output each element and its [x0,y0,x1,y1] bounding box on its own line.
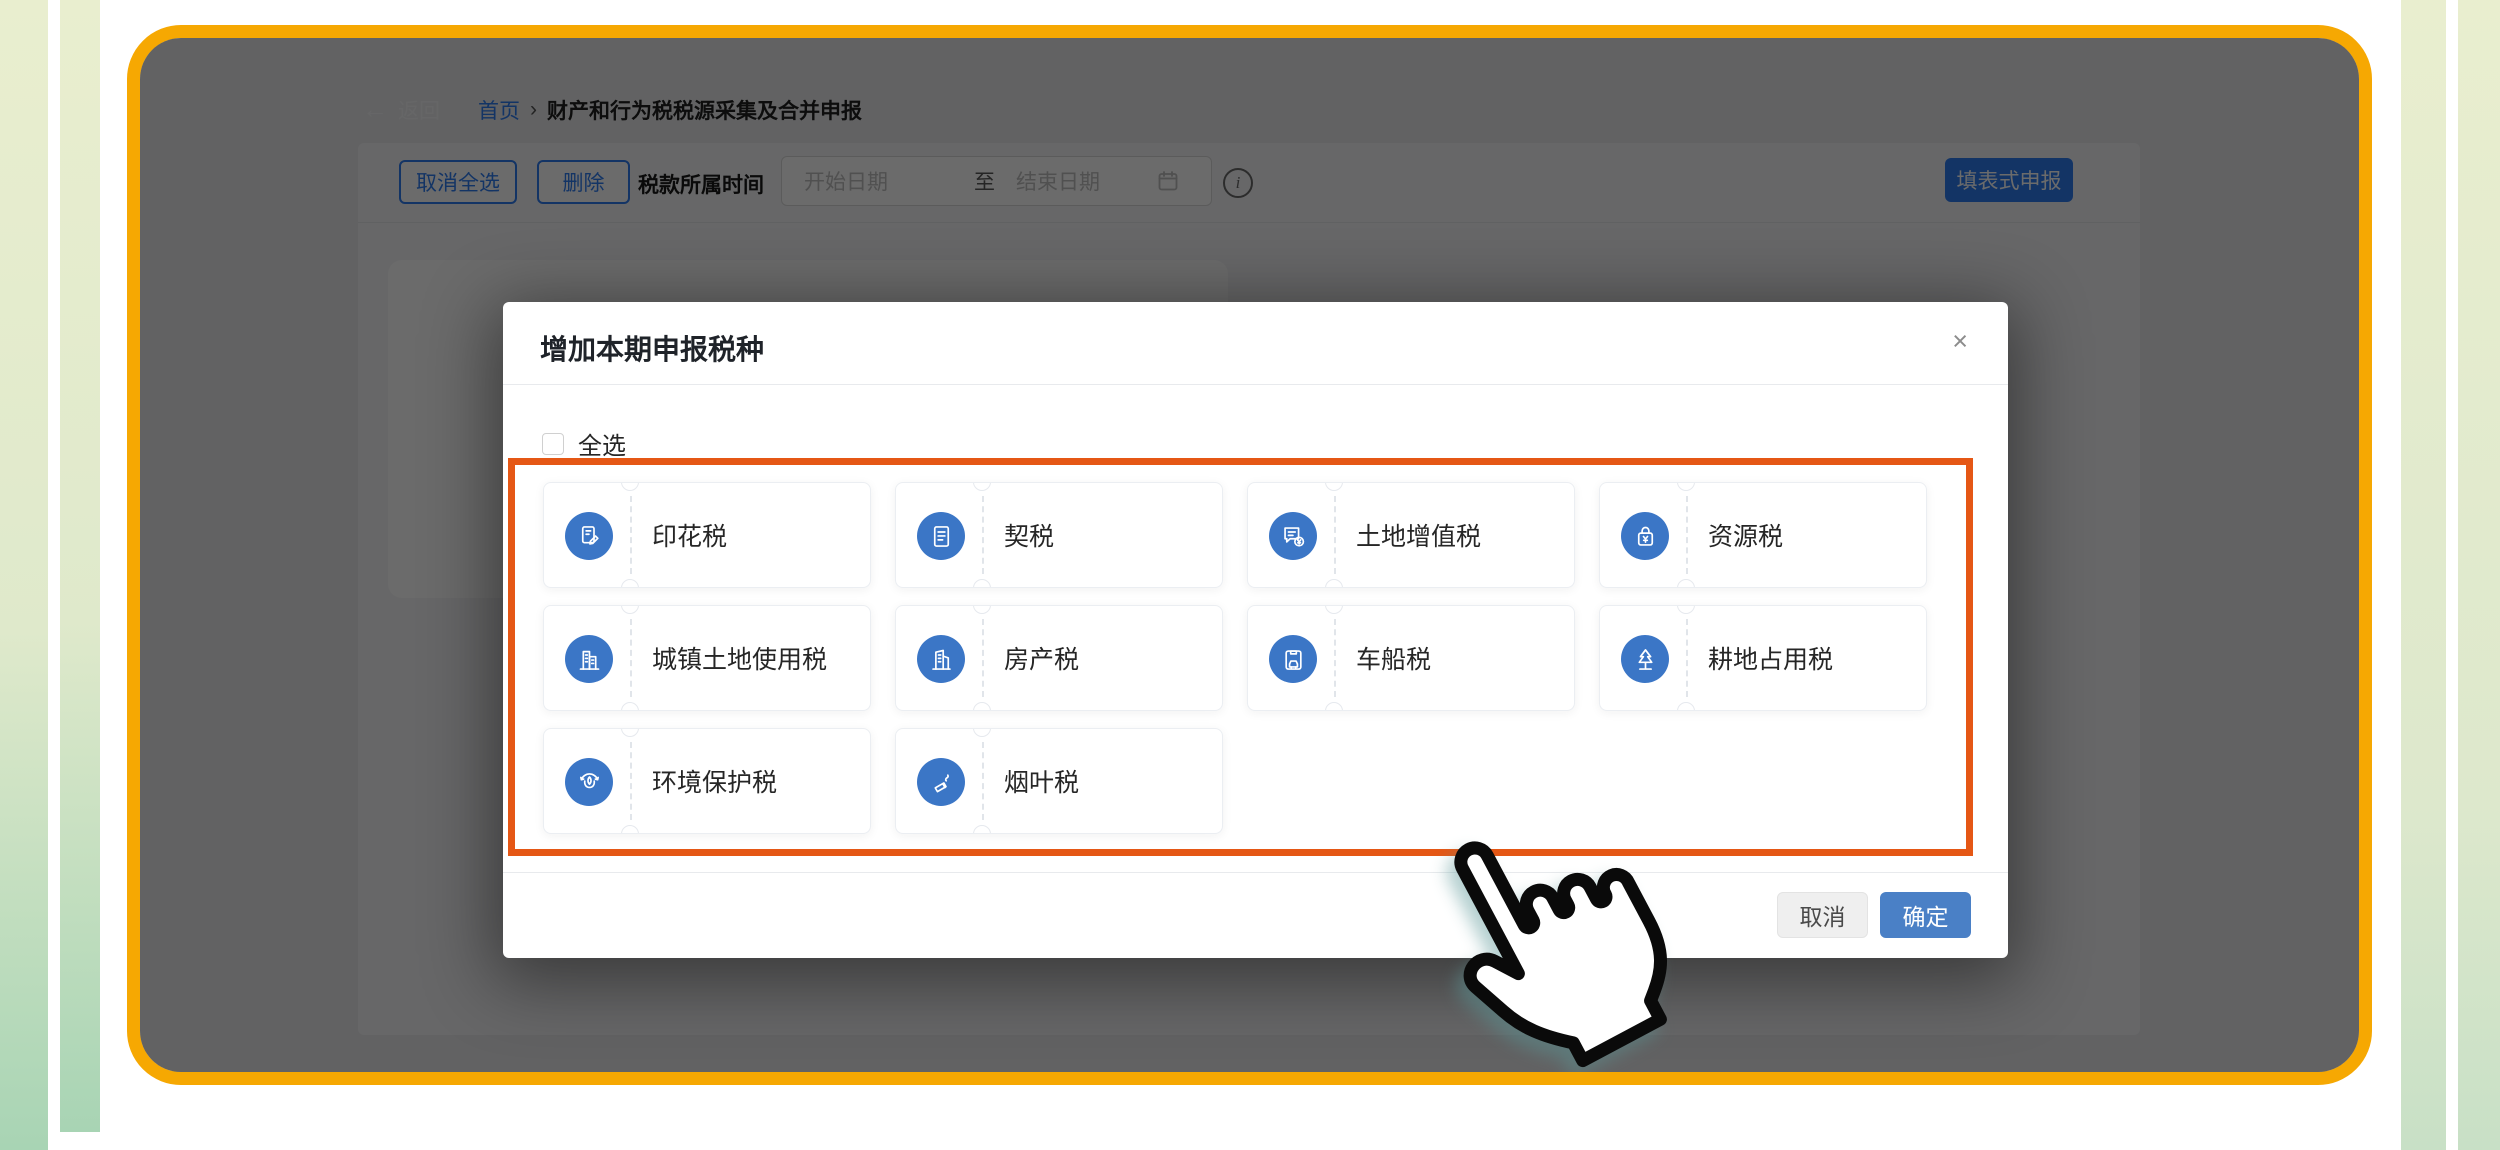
decor-stripe [60,0,100,1132]
card-notch [973,825,991,834]
card-notch [621,702,639,711]
tax-type-label: 房产税 [1004,640,1079,676]
tax-type-card[interactable]: 契税 [895,482,1223,588]
card-notch [1325,579,1343,588]
card-notch [1677,482,1695,491]
environment-leaf-icon [565,758,613,806]
dialog-footer-divider [503,872,2008,873]
card-notch [1677,579,1695,588]
highlight-frame: ← 返回 首页 › 财产和行为税税源采集及合并申报 取消全选 删除 税款所属时间… [127,25,2372,1085]
card-notch [621,825,639,834]
tax-type-card[interactable]: 城镇土地使用税 [543,605,871,711]
card-notch [1325,605,1343,614]
tax-type-card[interactable]: 车船税 [1247,605,1575,711]
vehicle-clipboard-icon [1269,635,1317,683]
tax-type-card[interactable]: 印花税 [543,482,871,588]
select-all-label[interactable]: 全选 [578,426,626,461]
deed-document-icon [917,512,965,560]
dialog-header: 增加本期申报税种 × [503,302,2008,385]
card-dashed-divider [1334,496,1336,574]
tax-type-card[interactable]: 烟叶税 [895,728,1223,834]
card-notch [621,605,639,614]
card-notch [973,702,991,711]
tax-type-label: 烟叶税 [1004,763,1079,799]
card-notch [1325,702,1343,711]
card-dashed-divider [982,742,984,820]
tax-type-card[interactable]: 土地增值税 [1247,482,1575,588]
screenshot-stage: ← 返回 首页 › 财产和行为税税源采集及合并申报 取消全选 删除 税款所属时间… [0,0,2500,1150]
tax-type-label: 土地增值税 [1356,517,1481,553]
select-all-checkbox[interactable] [542,433,564,455]
card-notch [973,605,991,614]
tax-type-label: 环境保护税 [652,763,777,799]
cursor-hand-icon [1387,773,1707,1085]
card-dashed-divider [1686,496,1688,574]
card-notch [1325,482,1343,491]
card-dashed-divider [630,742,632,820]
decor-stripe [0,0,48,1150]
dialog-title: 增加本期申报税种 [540,328,764,368]
close-icon[interactable]: × [1952,328,1968,355]
confirm-button[interactable]: 确定 [1880,892,1971,938]
card-dashed-divider [1334,619,1336,697]
tax-type-label: 契税 [1004,517,1054,553]
select-all-row: 全选 [542,426,626,461]
tax-type-card[interactable]: 房产税 [895,605,1223,711]
tax-type-label: 资源税 [1708,517,1783,553]
urban-buildings-icon [565,635,613,683]
card-notch [1677,702,1695,711]
decor-stripe [2401,0,2446,1150]
card-dashed-divider [630,619,632,697]
decor-stripe [2458,0,2500,1150]
land-value-coin-icon [1269,512,1317,560]
card-dashed-divider [630,496,632,574]
tax-type-label: 车船税 [1356,640,1431,676]
tobacco-cigarette-icon [917,758,965,806]
card-dashed-divider [982,619,984,697]
card-notch [973,482,991,491]
card-notch [1677,605,1695,614]
tax-type-card[interactable]: 耕地占用税 [1599,605,1927,711]
card-dashed-divider [1686,619,1688,697]
tax-type-card[interactable]: 资源税 [1599,482,1927,588]
card-notch [621,482,639,491]
resource-lock-icon [1621,512,1669,560]
tax-type-card[interactable]: 环境保护税 [543,728,871,834]
card-notch [621,579,639,588]
card-dashed-divider [982,496,984,574]
farmland-tree-icon [1621,635,1669,683]
tax-type-label: 耕地占用税 [1708,640,1833,676]
card-notch [973,579,991,588]
card-notch [621,728,639,737]
stamp-document-icon [565,512,613,560]
house-building-icon [917,635,965,683]
tax-type-label: 印花税 [652,517,727,553]
card-notch [973,728,991,737]
tax-type-label: 城镇土地使用税 [652,640,827,676]
tax-type-grid: 印花税 契税 土地增值税 资源税 城镇土地使用税 房产税 车船税 [543,482,1963,834]
add-tax-types-dialog: 增加本期申报税种 × 全选 印花税 契税 土地增值税 资源税 [503,302,2008,958]
cancel-button[interactable]: 取消 [1777,892,1868,938]
